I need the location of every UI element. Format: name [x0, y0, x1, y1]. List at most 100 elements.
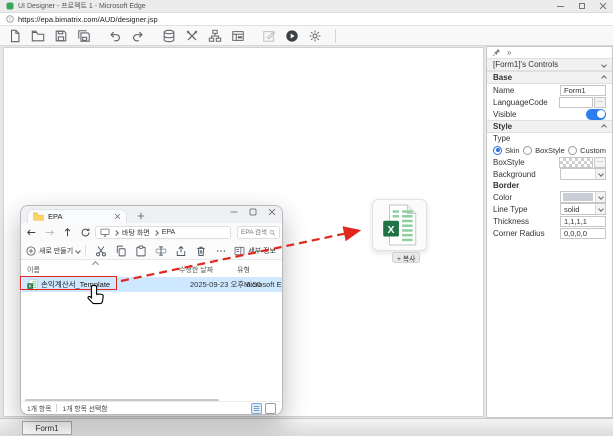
chevron-right-icon — [113, 230, 119, 236]
controls-dropdown[interactable]: [Form1]'s Controls — [487, 58, 612, 71]
prop-row-linetype: Line Type solid — [487, 203, 612, 215]
url-text: https://epa.bimatrix.com/AUD/designer.js… — [18, 15, 158, 24]
name-field[interactable] — [560, 85, 606, 96]
redo-button[interactable] — [129, 27, 146, 44]
settings-button[interactable] — [306, 27, 323, 44]
prop-row-visible: Visible — [487, 108, 612, 120]
dataset-button[interactable] — [229, 27, 246, 44]
file-list-header: 이름 수정한 날짜 유형 — [21, 260, 282, 276]
drag-copy-badge: + 복사 — [392, 252, 420, 263]
thumbnails-view-icon[interactable] — [265, 403, 276, 414]
visible-toggle[interactable] — [586, 109, 606, 120]
chevron-up-icon — [601, 124, 607, 130]
explorer-tab-epa[interactable]: EPA — [27, 209, 127, 223]
type-label: Type — [487, 133, 612, 144]
file-explorer-window: EPA 바탕 화면 EPA 새로 만들기 — [20, 205, 283, 415]
pin-icon[interactable] — [492, 48, 501, 57]
section-style[interactable]: Style — [487, 120, 612, 133]
radio-skin-dot[interactable] — [493, 146, 502, 155]
window-title: UI Designer - 프로젝트 1 - Microsoft Edge — [18, 1, 146, 11]
section-base[interactable]: Base — [487, 71, 612, 84]
properties-panel: » [Form1]'s Controls Base Name LanguageC… — [486, 46, 613, 418]
boxstyle-label: BoxStyle — [493, 158, 525, 167]
breadcrumb-desktop[interactable]: 바탕 화면 — [122, 228, 150, 238]
save-all-button[interactable] — [75, 27, 92, 44]
up-icon[interactable] — [60, 225, 75, 240]
new-file-button[interactable] — [6, 27, 23, 44]
file-type: Microsoft Excel — [244, 280, 282, 289]
delete-icon[interactable] — [193, 243, 209, 259]
save-button[interactable] — [52, 27, 69, 44]
open-button[interactable] — [29, 27, 46, 44]
drag-ghost: X — [372, 199, 427, 251]
tab-form1[interactable]: Form1 — [22, 421, 72, 435]
thickness-field[interactable] — [560, 216, 606, 227]
explorer-tabstrip: EPA — [21, 206, 282, 223]
new-tab-icon[interactable] — [135, 210, 147, 222]
details-button[interactable]: 세부 정보 — [234, 246, 276, 256]
explorer-minimize-icon[interactable] — [230, 208, 238, 216]
new-item-button[interactable]: 새로 만들기 — [26, 246, 80, 256]
border-title: Border — [487, 180, 612, 191]
languagecode-field[interactable] — [559, 97, 593, 108]
details-panel-icon — [234, 246, 245, 256]
back-icon[interactable] — [24, 225, 39, 240]
border-color-select[interactable] — [560, 191, 606, 203]
refresh-icon[interactable] — [78, 225, 93, 240]
copy-icon[interactable] — [113, 243, 129, 259]
window-maximize-icon[interactable] — [577, 2, 586, 11]
details-view-icon[interactable] — [251, 403, 262, 414]
radio-boxstyle-dot[interactable] — [523, 146, 532, 155]
column-type[interactable]: 유형 — [237, 265, 250, 275]
controls-dropdown-label: [Form1]'s Controls — [493, 60, 558, 69]
collapse-panel-icon[interactable]: » — [507, 49, 511, 57]
more-options-icon[interactable] — [213, 243, 229, 259]
designer-tabbar: Form1 — [0, 418, 613, 436]
linetype-select[interactable]: solid — [560, 203, 606, 215]
breadcrumb[interactable]: 바탕 화면 EPA — [95, 226, 231, 239]
excel-file-icon: X — [382, 204, 418, 246]
window-close-icon[interactable] — [598, 2, 607, 11]
section-base-title: Base — [493, 73, 512, 82]
undo-button[interactable] — [106, 27, 123, 44]
forward-icon[interactable] — [42, 225, 57, 240]
background-label: Background — [493, 170, 536, 179]
breadcrumb-epa[interactable]: EPA — [162, 229, 176, 236]
details-label: 세부 정보 — [248, 246, 276, 256]
tab-close-icon[interactable] — [114, 213, 121, 220]
radio-boxstyle[interactable]: BoxStyle — [523, 146, 565, 155]
explorer-close-icon[interactable] — [268, 208, 276, 216]
column-name[interactable]: 이름 — [27, 265, 40, 275]
name-label: Name — [493, 86, 514, 95]
tools-button[interactable] — [183, 27, 200, 44]
languagecode-label: LanguageCode — [493, 98, 548, 107]
paste-icon[interactable] — [133, 243, 149, 259]
search-box[interactable] — [237, 226, 280, 239]
corner-radius-field[interactable] — [560, 228, 606, 239]
explorer-maximize-icon[interactable] — [249, 208, 257, 216]
background-select[interactable] — [560, 168, 606, 180]
edit-button[interactable] — [260, 27, 277, 44]
window-minimize-icon[interactable] — [556, 2, 565, 11]
file-list[interactable] — [22, 276, 282, 398]
radio-custom-dot[interactable] — [568, 146, 577, 155]
sitemap-button[interactable] — [206, 27, 223, 44]
share-icon[interactable] — [173, 243, 189, 259]
column-date-modified[interactable]: 수정한 날짜 — [179, 265, 213, 275]
boxstyle-browse-button[interactable]: ··· — [594, 157, 606, 168]
boxstyle-swatch[interactable] — [559, 157, 593, 168]
chevron-down-icon — [598, 194, 604, 200]
languagecode-browse-button[interactable]: ··· — [594, 97, 606, 108]
url-bar[interactable]: https://epa.bimatrix.com/AUD/designer.js… — [0, 13, 613, 26]
thickness-label: Thickness — [493, 217, 529, 226]
panel-toolstrip: » — [487, 47, 612, 58]
radio-custom[interactable]: Custom — [568, 146, 606, 155]
search-icon — [269, 229, 276, 237]
cut-icon[interactable] — [93, 243, 109, 259]
run-button[interactable] — [283, 27, 300, 44]
rename-icon[interactable] — [153, 243, 169, 259]
search-input[interactable] — [241, 229, 269, 236]
database-button[interactable] — [160, 27, 177, 44]
radio-skin[interactable]: Skin — [493, 146, 520, 155]
prop-row-languagecode: LanguageCode ··· — [487, 96, 612, 108]
